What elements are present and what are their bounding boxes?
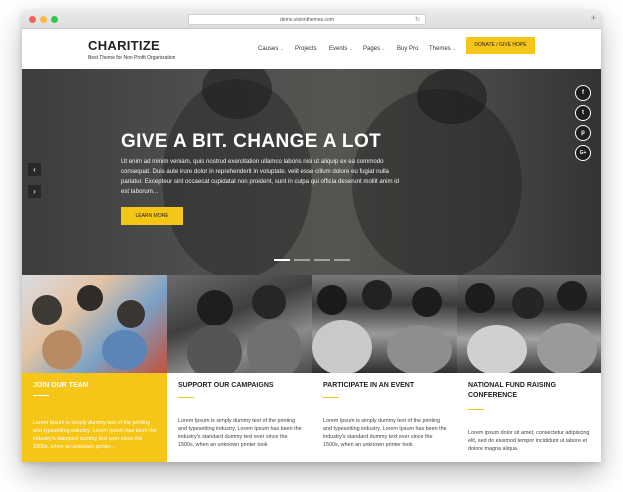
hero-text: Ut enim ad minim veniam, quis nostrud ex… [121, 158, 399, 195]
photo-shape [247, 320, 302, 373]
nav-item-projects[interactable]: Projects [295, 46, 317, 52]
google-plus-icon[interactable]: G+ [575, 145, 591, 161]
site-logo[interactable]: CHARITIZE [88, 38, 160, 53]
chevron-down-icon: ⌄ [349, 46, 353, 51]
address-bar[interactable]: demo.visionthemes.com ↻ [188, 14, 426, 25]
nav-item-themes[interactable]: Themes ⌄ [429, 46, 456, 52]
nav-item-label: Events [329, 46, 348, 52]
address-bar-url: demo.visionthemes.com [280, 17, 334, 23]
new-tab-icon[interactable]: + [591, 13, 596, 23]
photo-shape [117, 300, 145, 328]
slider-dot[interactable] [314, 259, 330, 261]
feature-image-participate-event[interactable] [312, 275, 457, 373]
nav-item-buy-pro[interactable]: Buy Pro [397, 46, 418, 52]
hero-slider: GIVE A BIT. CHANGE A LOT Ut enim ad mini… [22, 69, 601, 275]
photo-shape [32, 295, 62, 325]
feature-text: Lorem Ipsum is simply dummy text of the … [323, 418, 447, 448]
slider-prev-icon[interactable]: ‹ [28, 163, 41, 176]
slider-dot[interactable] [274, 259, 290, 261]
photo-shape [312, 320, 372, 373]
nav-item-causes[interactable]: Causes ⌄ [258, 46, 284, 52]
feature-text: Lorem Ipsum is simply dummy text of the … [178, 418, 302, 448]
feature-image-support-campaigns[interactable] [167, 275, 312, 373]
feature-text: Lorem ipsum dolor sit amet, consectetur … [468, 430, 590, 452]
photo-shape [465, 283, 495, 313]
nav-item-label: Pages [363, 46, 381, 52]
browser-toolbar: demo.visionthemes.com ↻ + [22, 10, 601, 29]
photo-shape [467, 325, 527, 373]
site-header: CHARITIZE Best Theme for Non Profit Orga… [22, 29, 601, 69]
feature-box-participate-event: PARTICIPATE IN AN EVENT Lorem Ipsum is s… [312, 373, 457, 462]
nav-item-label: Projects [295, 46, 317, 52]
hero-title: GIVE A BIT. CHANGE A LOT [121, 131, 382, 152]
photo-shape [557, 281, 587, 311]
photo-shape [412, 287, 442, 317]
nav-item-events[interactable]: Events ⌄ [329, 46, 353, 52]
nav-item-pages[interactable]: Pages ⌄ [363, 46, 385, 52]
feature-divider [323, 397, 339, 398]
feature-text: Lorem Ipsum is simply dummy text of the … [33, 420, 157, 450]
chevron-down-icon: ⌄ [452, 46, 457, 51]
learn-more-button[interactable]: LEARN MORE [121, 207, 183, 225]
feature-title[interactable]: PARTICIPATE IN AN EVENT [323, 381, 448, 391]
maximize-window-button[interactable] [51, 16, 58, 23]
feature-divider [468, 409, 484, 410]
feature-image-join-team[interactable] [22, 275, 167, 373]
site-tagline: Best Theme for Non Profit Organization [88, 55, 176, 61]
facebook-icon[interactable]: f [575, 85, 591, 101]
feature-title[interactable]: SUPPORT OUR CAMPAIGNS [178, 381, 303, 391]
slider-dot[interactable] [294, 259, 310, 261]
reload-icon[interactable]: ↻ [415, 15, 420, 25]
photo-shape [197, 290, 233, 326]
nav-item-label: Themes [429, 46, 451, 52]
pinterest-icon[interactable]: p [575, 125, 591, 141]
photo-shape [102, 330, 147, 370]
feature-box-fund-raising: NATIONAL FUND RAISING CONFERENCE Lorem i… [457, 373, 601, 462]
chevron-down-icon: ⌄ [280, 46, 284, 51]
photo-shape [317, 285, 347, 315]
photo-shape [77, 285, 103, 311]
photo-shape [387, 325, 452, 373]
nav-item-label: Causes [258, 46, 279, 52]
slider-next-icon[interactable]: › [28, 185, 41, 198]
feature-box-support-campaigns: SUPPORT OUR CAMPAIGNS Lorem Ipsum is sim… [167, 373, 312, 462]
feature-title[interactable]: JOIN OUR TEAM [33, 381, 158, 391]
browser-window: demo.visionthemes.com ↻ + CHARITIZE Best… [22, 10, 601, 462]
feature-box-join-team: JOIN OUR TEAM Lorem Ipsum is simply dumm… [22, 373, 167, 462]
photo-shape [512, 287, 544, 319]
slider-dot[interactable] [334, 259, 350, 261]
photo-shape [537, 323, 597, 373]
twitter-icon[interactable]: t [575, 105, 591, 121]
feature-title[interactable]: NATIONAL FUND RAISING CONFERENCE [468, 381, 593, 401]
photo-shape [42, 330, 82, 370]
feature-divider [178, 397, 194, 398]
chevron-down-icon: ⌄ [382, 46, 386, 51]
feature-divider [33, 395, 49, 396]
nav-item-label: Buy Pro [397, 46, 419, 52]
photo-shape [362, 280, 392, 310]
donate-button[interactable]: DONATE / GIVE HOPE [466, 37, 535, 54]
photo-shape [187, 325, 242, 373]
feature-image-fund-raising[interactable] [457, 275, 601, 373]
close-window-button[interactable] [29, 16, 36, 23]
photo-shape [252, 285, 286, 319]
minimize-window-button[interactable] [40, 16, 47, 23]
